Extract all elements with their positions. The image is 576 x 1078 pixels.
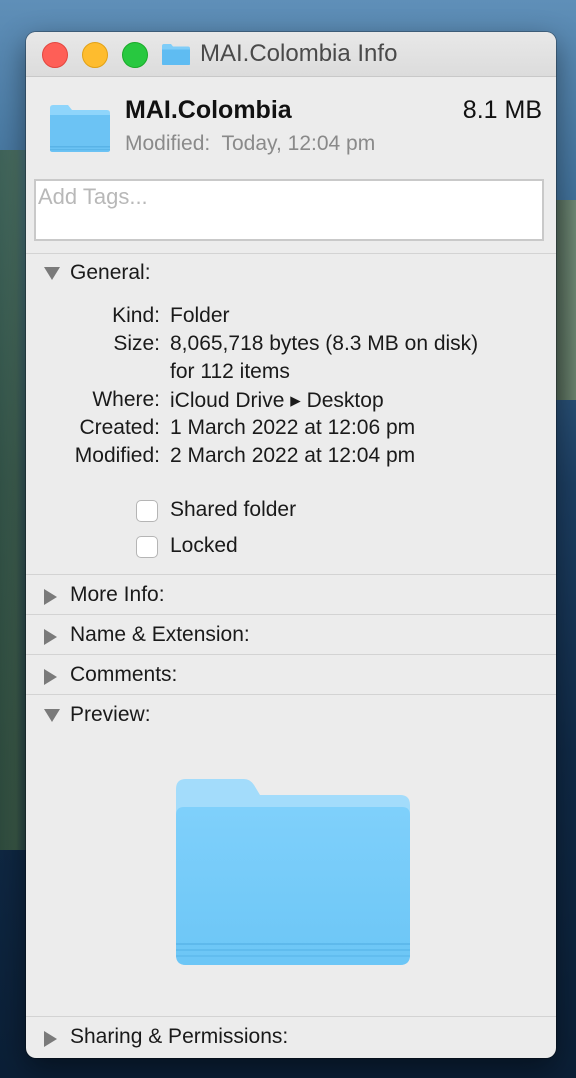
section-general-toggle[interactable]: General: (26, 255, 556, 293)
locked-label: Locked (170, 534, 238, 557)
section-name-extension-toggle[interactable]: Name & Extension: (26, 617, 556, 655)
section-comments-toggle[interactable]: Comments: (26, 657, 556, 695)
shared-folder-checkbox[interactable] (136, 500, 158, 522)
where-label: Where: (92, 388, 160, 411)
section-sharing-toggle[interactable]: Sharing & Permissions: (26, 1019, 556, 1057)
item-name: MAI.Colombia (125, 96, 292, 124)
size-items-value: for 112 items (170, 360, 290, 383)
info-window: MAI.Colombia Info MAI.Colombia 8.1 MB Mo… (26, 32, 556, 1058)
size-row: Size: 8,065,718 bytes (8.3 MB on disk) (26, 332, 556, 362)
section-name-extension-label: Name & Extension: (70, 623, 250, 646)
divider (26, 694, 556, 695)
tags-input[interactable] (36, 181, 542, 213)
info-header: MAI.Colombia 8.1 MB Modified: Today, 12:… (26, 32, 556, 170)
size-label: Size: (113, 332, 160, 355)
shared-folder-label: Shared folder (170, 498, 297, 521)
section-sharing-label: Sharing & Permissions: (70, 1025, 289, 1048)
section-more-info-label: More Info: (70, 583, 165, 606)
section-more-info-toggle[interactable]: More Info: (26, 577, 556, 615)
modified-value: 2 March 2022 at 12:04 pm (170, 444, 416, 467)
divider (26, 654, 556, 655)
kind-label: Kind: (112, 304, 160, 327)
section-preview-toggle[interactable]: Preview: (26, 697, 556, 735)
locked-checkbox[interactable] (136, 536, 158, 558)
kind-value: Folder (170, 304, 230, 327)
divider (26, 253, 556, 254)
disclosure-triangle-icon (44, 629, 57, 645)
item-size: 8.1 MB (462, 96, 542, 124)
disclosure-triangle-icon (44, 267, 60, 280)
section-general-label: General: (70, 261, 151, 284)
folder-icon (50, 105, 110, 152)
section-comments-label: Comments: (70, 663, 178, 686)
disclosure-triangle-icon (44, 589, 57, 605)
disclosure-triangle-icon (44, 669, 57, 685)
disclosure-triangle-icon (44, 1031, 57, 1047)
size-items-row: for 112 items (26, 360, 556, 390)
modified-label: Modified: (74, 444, 160, 467)
divider (26, 574, 556, 575)
size-value: 8,065,718 bytes (8.3 MB on disk) (170, 332, 479, 355)
folder-preview-icon (176, 779, 410, 965)
divider (26, 1016, 556, 1017)
kind-row: Kind: Folder (26, 304, 556, 334)
created-row: Created: 1 March 2022 at 12:06 pm (26, 416, 556, 446)
created-label: Created: (79, 416, 160, 439)
modified-row: Modified: 2 March 2022 at 12:04 pm (26, 444, 556, 474)
where-value: iCloud Drive ▸ Desktop (170, 389, 384, 412)
tags-field-container (34, 179, 544, 241)
item-modified: Modified: Today, 12:04 pm (125, 132, 376, 155)
created-value: 1 March 2022 at 12:06 pm (170, 416, 416, 439)
disclosure-triangle-icon (44, 709, 60, 722)
divider (26, 614, 556, 615)
section-preview-label: Preview: (70, 703, 151, 726)
where-row: Where: iCloud Drive ▸ Desktop (26, 388, 556, 418)
